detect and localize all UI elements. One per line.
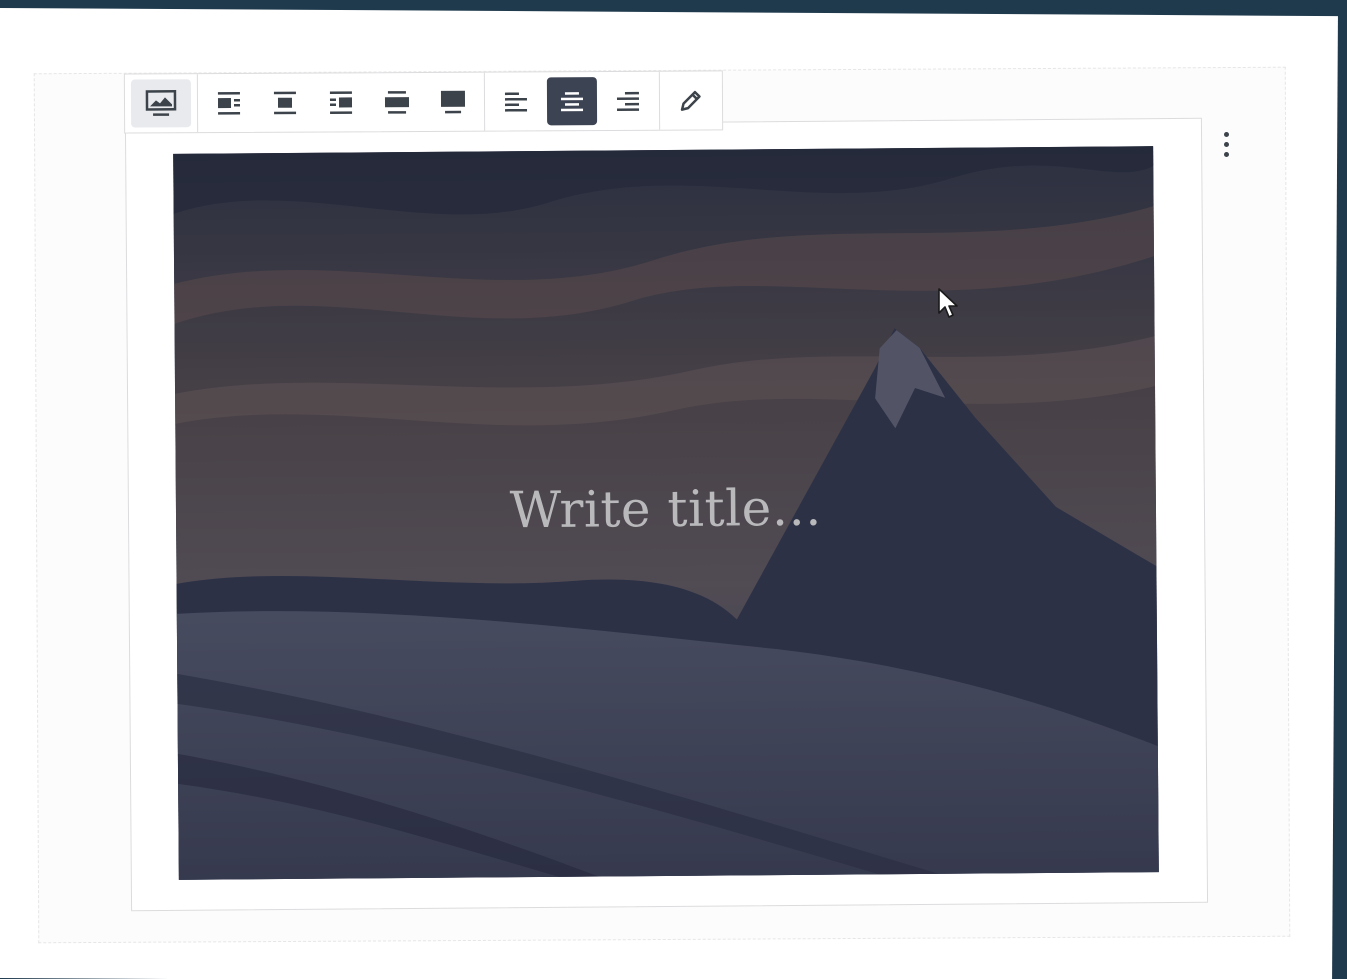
edit-group (660, 71, 722, 129)
cover-image[interactable]: Write title… (173, 146, 1159, 880)
block-type-group (124, 74, 199, 133)
wide-width-button[interactable] (372, 78, 422, 126)
wide-width-icon (384, 91, 410, 114)
media-right-icon (329, 91, 353, 114)
align-right-icon (616, 91, 640, 111)
more-options-dot (1223, 141, 1229, 147)
more-options-dot (1223, 131, 1229, 137)
block-toolbar (123, 70, 724, 134)
media-left-button[interactable] (204, 79, 254, 127)
align-center-button[interactable] (546, 77, 598, 126)
media-left-icon (217, 91, 241, 115)
media-center-icon (273, 91, 297, 115)
more-options-icon[interactable] (1212, 124, 1240, 164)
cover-block-type-button[interactable] (130, 79, 192, 128)
media-right-button[interactable] (316, 78, 366, 126)
full-width-icon (440, 90, 466, 114)
cover-image-icon (145, 90, 177, 116)
alignment-group (484, 71, 661, 131)
screenshot-stage: Write title… (0, 0, 1347, 979)
full-width-button[interactable] (428, 78, 478, 126)
media-center-button[interactable] (260, 79, 310, 127)
more-options-dot (1223, 151, 1229, 157)
align-left-icon (504, 92, 528, 112)
align-center-icon (560, 92, 584, 112)
pencil-icon (680, 90, 701, 111)
align-right-button[interactable] (603, 77, 653, 125)
edit-image-button[interactable] (666, 76, 716, 124)
layout-group (197, 72, 486, 133)
cover-title-placeholder[interactable]: Write title… (176, 476, 1156, 542)
align-left-button[interactable] (491, 77, 541, 125)
